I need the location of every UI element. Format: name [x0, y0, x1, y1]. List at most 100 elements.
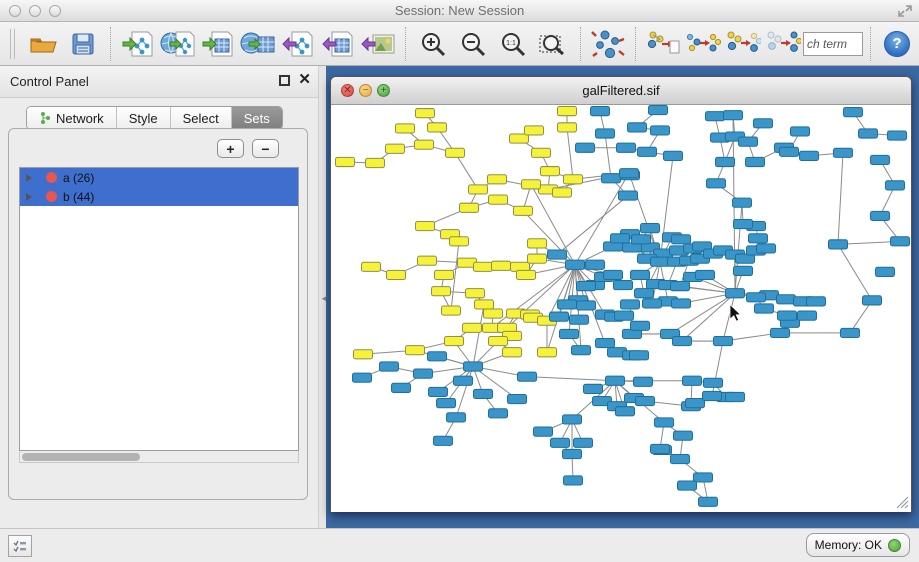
graph-node-set-a[interactable]	[528, 254, 547, 263]
graph-node-set-b[interactable]	[643, 299, 662, 308]
graph-node-set-b[interactable]	[886, 181, 905, 190]
graph-node-set-b[interactable]	[617, 143, 636, 152]
graph-node-set-b[interactable]	[672, 235, 691, 244]
graph-node-set-b[interactable]	[754, 119, 773, 128]
graph-node-set-b[interactable]	[707, 179, 726, 188]
graph-node-set-b[interactable]	[724, 111, 743, 120]
float-panel-icon[interactable]	[279, 75, 290, 86]
graph-node-set-a[interactable]	[446, 148, 465, 157]
graph-node-set-a[interactable]	[366, 158, 385, 167]
tab-network[interactable]: Network	[27, 107, 117, 129]
graph-node-set-b[interactable]	[576, 143, 595, 152]
graph-node-set-a[interactable]	[386, 144, 405, 153]
graph-node-set-b[interactable]	[604, 270, 623, 279]
import-table-web-button[interactable]	[238, 25, 278, 63]
graph-node-set-b[interactable]	[634, 377, 653, 386]
graph-node-set-b[interactable]	[859, 129, 878, 138]
graph-node-set-b[interactable]	[777, 295, 796, 304]
graph-node-set-b[interactable]	[611, 234, 630, 243]
graph-node-set-b[interactable]	[778, 311, 797, 320]
graph-node-set-b[interactable]	[631, 270, 650, 279]
import-table-file-button[interactable]	[198, 25, 238, 63]
graph-node-set-b[interactable]	[791, 127, 810, 136]
graph-node-set-b[interactable]	[621, 300, 640, 309]
frame-close-icon[interactable]: ✕	[341, 84, 354, 97]
graph-node-set-b[interactable]	[548, 250, 567, 259]
close-window-button[interactable]	[9, 5, 21, 17]
graph-node-set-a[interactable]	[514, 206, 533, 215]
graph-node-set-a[interactable]	[435, 270, 454, 279]
graph-node-set-b[interactable]	[733, 198, 752, 207]
open-session-button[interactable]	[23, 25, 63, 63]
graph-node-set-b[interactable]	[447, 413, 466, 422]
graph-node-set-b[interactable]	[596, 129, 615, 138]
graph-node-set-b[interactable]	[560, 329, 579, 338]
panel-divider[interactable]: ◄	[318, 66, 326, 528]
graph-node-set-a[interactable]	[416, 222, 435, 231]
graph-node-set-b[interactable]	[694, 473, 713, 482]
graph-node-set-b[interactable]	[596, 339, 615, 348]
set-list-item[interactable]: b (44)	[20, 187, 298, 206]
graph-node-set-a[interactable]	[517, 270, 536, 279]
graph-node-set-b[interactable]	[434, 436, 453, 445]
graph-node-set-b[interactable]	[664, 151, 683, 160]
graph-node-set-a[interactable]	[354, 350, 373, 359]
graph-node-set-b[interactable]	[651, 444, 670, 453]
graph-node-set-b[interactable]	[871, 211, 890, 220]
export-image-button[interactable]	[358, 25, 398, 63]
graph-node-set-b[interactable]	[649, 106, 668, 115]
hide-selected-button[interactable]	[723, 25, 763, 63]
graph-node-set-b[interactable]	[696, 270, 715, 279]
graph-node-set-a[interactable]	[503, 348, 522, 357]
graph-node-set-a[interactable]	[474, 262, 493, 271]
apply-layout-button[interactable]	[588, 25, 628, 63]
graph-node-set-a[interactable]	[362, 262, 381, 271]
graph-node-set-a[interactable]	[489, 336, 508, 345]
tab-style[interactable]: Style	[117, 107, 171, 129]
graph-node-set-a[interactable]	[406, 346, 425, 355]
graph-node-set-b[interactable]	[798, 311, 817, 320]
graph-node-set-a[interactable]	[416, 109, 435, 118]
hscrollbar-thumb[interactable]	[22, 453, 140, 461]
graph-node-set-b[interactable]	[757, 244, 776, 253]
graph-node-set-b[interactable]	[834, 148, 853, 157]
graph-node-set-a[interactable]	[336, 157, 355, 166]
graph-node-set-b[interactable]	[726, 289, 745, 298]
graph-node-set-a[interactable]	[489, 195, 508, 204]
graph-node-set-b[interactable]	[699, 497, 718, 506]
graph-node-set-b[interactable]	[572, 346, 591, 355]
zoom-in-button[interactable]	[413, 25, 453, 63]
graph-node-set-b[interactable]	[577, 282, 596, 291]
tab-select[interactable]: Select	[171, 107, 232, 129]
graph-node-set-a[interactable]	[466, 289, 485, 298]
graph-node-set-b[interactable]	[800, 151, 819, 160]
graph-node-set-b[interactable]	[638, 147, 657, 156]
graph-node-set-b[interactable]	[716, 157, 735, 166]
graph-node-set-b[interactable]	[508, 394, 527, 403]
resize-grip-icon[interactable]	[896, 496, 909, 509]
graph-node-set-b[interactable]	[563, 415, 582, 424]
graph-node-set-b[interactable]	[428, 352, 447, 361]
graph-node-set-b[interactable]	[703, 391, 722, 400]
select-from-file-button[interactable]	[683, 25, 723, 63]
graph-node-set-b[interactable]	[570, 315, 589, 324]
graph-node-set-b[interactable]	[635, 289, 654, 298]
graph-node-set-a[interactable]	[396, 124, 415, 133]
graph-node-set-b[interactable]	[706, 112, 725, 121]
export-table-button[interactable]	[318, 25, 358, 63]
graph-node-set-b[interactable]	[464, 362, 483, 371]
export-network-button[interactable]	[278, 25, 318, 63]
graph-node-set-b[interactable]	[429, 387, 448, 396]
graph-node-set-b[interactable]	[655, 418, 674, 427]
graph-node-set-b[interactable]	[734, 266, 753, 275]
frame-maximize-icon[interactable]: +	[377, 84, 390, 97]
graph-node-set-a[interactable]	[387, 270, 406, 279]
graph-node-set-b[interactable]	[844, 108, 863, 117]
graph-node-set-a[interactable]	[528, 239, 547, 248]
show-all-button[interactable]	[763, 25, 803, 63]
network-graph[interactable]	[331, 105, 911, 512]
graph-node-set-b[interactable]	[437, 399, 456, 408]
zoom-out-button[interactable]	[453, 25, 493, 63]
graph-node-set-b[interactable]	[563, 449, 582, 458]
graph-node-set-b[interactable]	[671, 455, 690, 464]
